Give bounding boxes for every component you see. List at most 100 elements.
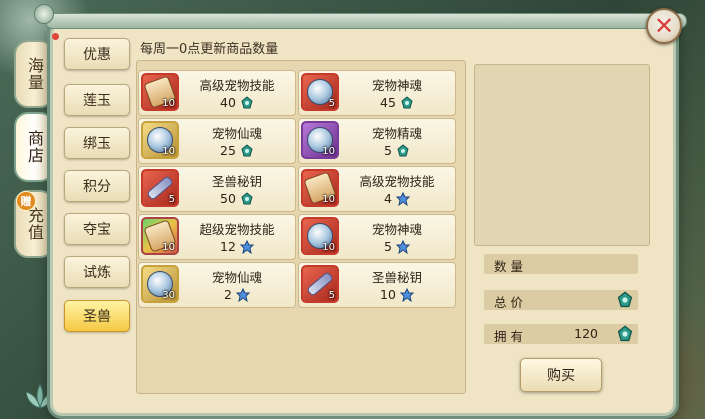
price-value: 4 (384, 191, 392, 206)
teal-jade-icon (241, 191, 253, 204)
category-label: 夺宝 (83, 222, 111, 238)
item-price: 50 (181, 191, 293, 206)
item-name: 宠物仙魂 (211, 126, 262, 141)
item-price: 12 (181, 239, 293, 254)
price-value: 12 (220, 239, 236, 254)
gift-badge: 赠 (16, 191, 36, 211)
item-name: 宠物仙魂 (211, 270, 262, 285)
category-duobao[interactable]: 夺宝 (64, 213, 130, 245)
price-value: 2 (224, 287, 232, 302)
item-stack-count: 10 (322, 146, 335, 157)
item-name: 高级宠物技能 (359, 174, 435, 189)
owned-label: 拥有 (494, 329, 528, 344)
item-stack-count: 10 (162, 98, 175, 109)
item-card[interactable]: 10 超级宠物技能 12 (138, 214, 296, 260)
quantity-row[interactable]: 数量 (484, 254, 638, 274)
teal-jade-icon (617, 325, 633, 342)
side-tab-label: 充值 (25, 207, 44, 241)
item-card[interactable]: 10 高级宠物技能 40 (138, 70, 296, 116)
dialog-knot-icon (34, 4, 54, 24)
teal-jade-icon (241, 143, 253, 156)
item-card[interactable]: 5 圣兽秘钥 10 (298, 262, 456, 308)
category-label: 积分 (83, 179, 111, 195)
close-icon: ✕ (653, 12, 675, 40)
item-card[interactable]: 10 宠物精魂 5 (298, 118, 456, 164)
item-name: 宠物神魂 (371, 78, 422, 93)
side-tab-label: 商店 (25, 130, 44, 164)
item-price: 25 (181, 143, 293, 158)
price-value: 10 (380, 287, 396, 302)
item-name: 高级宠物技能 (199, 78, 275, 93)
blue-jade-icon (239, 239, 254, 254)
item-stack-count: 30 (162, 290, 175, 301)
item-price: 2 (181, 287, 293, 302)
price-value: 45 (380, 95, 396, 110)
skill-book-icon: 10 (301, 169, 339, 207)
notification-dot (52, 33, 59, 40)
item-card[interactable]: 5 宠物神魂 45 (298, 70, 456, 116)
item-price: 5 (341, 239, 453, 254)
price-value: 5 (384, 143, 392, 158)
essence-orb-icon: 10 (301, 121, 339, 159)
soul-orb-icon: 5 (301, 73, 339, 111)
teal-jade-icon (401, 95, 413, 108)
super-skill-book-icon: 10 (141, 217, 179, 255)
blue-jade-icon (395, 191, 410, 206)
category-lianyu[interactable]: 莲玉 (64, 84, 130, 116)
item-card[interactable]: 10 宠物神魂 5 (298, 214, 456, 260)
quantity-label: 数量 (494, 259, 528, 274)
refresh-notice: 每周一0点更新商品数量 (140, 42, 279, 57)
skill-book-icon: 10 (141, 73, 179, 111)
item-card[interactable]: 5 圣兽秘钥 50 (138, 166, 296, 212)
category-jifen[interactable]: 积分 (64, 170, 130, 202)
item-card[interactable]: 10 宠物仙魂 25 (138, 118, 296, 164)
buy-button[interactable]: 购买 (520, 358, 602, 392)
category-label: 莲玉 (83, 93, 111, 109)
item-stack-count: 10 (322, 242, 335, 253)
price-value: 50 (220, 191, 236, 206)
blue-jade-icon (399, 287, 414, 302)
item-preview-box (474, 64, 650, 246)
item-stack-count: 5 (328, 98, 335, 109)
item-price: 45 (341, 95, 453, 110)
item-name: 宠物神魂 (371, 222, 422, 237)
category-shengshou[interactable]: 圣兽 (64, 300, 130, 332)
item-name: 圣兽秘钥 (371, 270, 422, 285)
side-tab-label: 海量 (25, 57, 44, 91)
side-tab-shop[interactable]: 商店 (14, 112, 54, 182)
item-name: 超级宠物技能 (199, 222, 275, 237)
item-stack-count: 10 (162, 146, 175, 157)
close-button[interactable]: ✕ (646, 8, 682, 44)
item-stack-count: 10 (322, 194, 335, 205)
item-stack-count: 5 (328, 290, 335, 301)
price-value: 5 (384, 239, 392, 254)
owned-row: 拥有 120 (484, 324, 638, 344)
side-tab-haiLiang[interactable]: 海量 (14, 40, 54, 108)
teal-jade-icon (241, 95, 253, 108)
total-price-label: 总价 (494, 295, 528, 310)
owned-value: 120 (574, 326, 598, 341)
teal-jade-icon (617, 291, 633, 308)
item-card[interactable]: 30 宠物仙魂 2 (138, 262, 296, 308)
key-icon: 5 (301, 265, 339, 303)
soul-orb-icon: 10 (301, 217, 339, 255)
dialog-top-bar (45, 13, 687, 29)
item-stack-count: 5 (168, 194, 175, 205)
category-shilian[interactable]: 试炼 (64, 256, 130, 288)
blue-jade-icon (235, 287, 250, 302)
category-label: 试炼 (83, 265, 111, 281)
category-youhui[interactable]: 优惠 (64, 38, 130, 70)
immortal-orb-icon: 10 (141, 121, 179, 159)
category-bangyu[interactable]: 绑玉 (64, 127, 130, 159)
immortal-orb-icon: 30 (141, 265, 179, 303)
item-name: 宠物精魂 (371, 126, 422, 141)
category-label: 绑玉 (83, 136, 111, 152)
category-label: 圣兽 (83, 309, 111, 325)
item-name: 圣兽秘钥 (211, 174, 262, 189)
item-price: 10 (341, 287, 453, 302)
item-stack-count: 10 (162, 242, 175, 253)
item-price: 4 (341, 191, 453, 206)
item-price: 40 (181, 95, 293, 110)
buy-label: 购买 (547, 368, 575, 384)
item-card[interactable]: 10 高级宠物技能 4 (298, 166, 456, 212)
